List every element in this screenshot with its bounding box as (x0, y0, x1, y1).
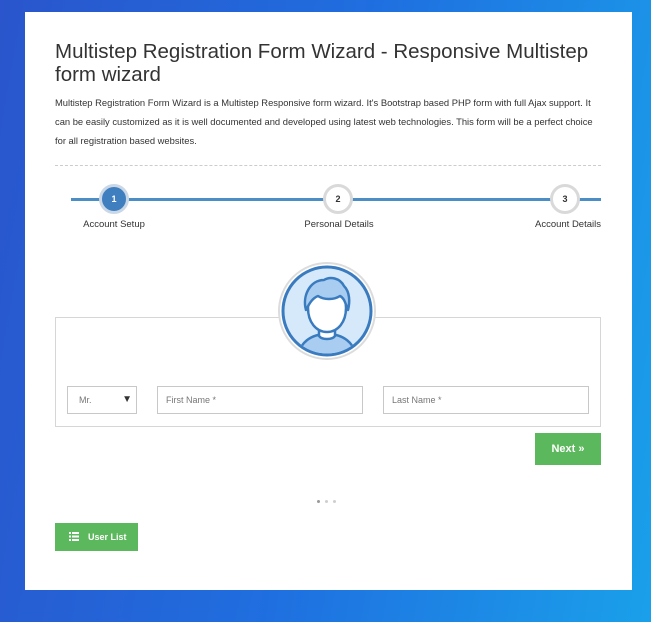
caret-down-icon: ▼ (122, 394, 132, 405)
pager-dot-1[interactable] (317, 500, 320, 503)
next-button[interactable]: Next » (535, 433, 601, 465)
step-1-label: Account Setup (83, 219, 145, 230)
last-name-input[interactable]: Last Name * (383, 386, 589, 414)
step-1-circle[interactable]: 1 (99, 184, 129, 214)
step-2-label: Personal Details (304, 219, 374, 230)
wizard-card: Multistep Registration Form Wizard - Res… (25, 12, 632, 590)
user-list-label: User List (88, 532, 127, 542)
title-select[interactable]: Mr. ▼ (67, 386, 137, 414)
title-select-value: Mr. (79, 395, 92, 405)
first-name-input[interactable]: First Name * (157, 386, 363, 414)
user-avatar-icon (278, 262, 376, 360)
pager-dot-2[interactable] (325, 500, 328, 503)
step-3-circle[interactable]: 3 (550, 184, 580, 214)
pager-dots (317, 499, 337, 505)
section-divider (55, 165, 601, 166)
page-description: Multistep Registration Form Wizard is a … (55, 97, 593, 146)
pager-dot-3[interactable] (333, 500, 336, 503)
list-icon (69, 532, 79, 541)
page-title: Multistep Registration Form Wizard - Res… (55, 40, 589, 86)
step-2-circle[interactable]: 2 (323, 184, 353, 214)
user-list-button[interactable]: User List (55, 523, 138, 551)
step-3-label: Account Details (534, 219, 601, 230)
